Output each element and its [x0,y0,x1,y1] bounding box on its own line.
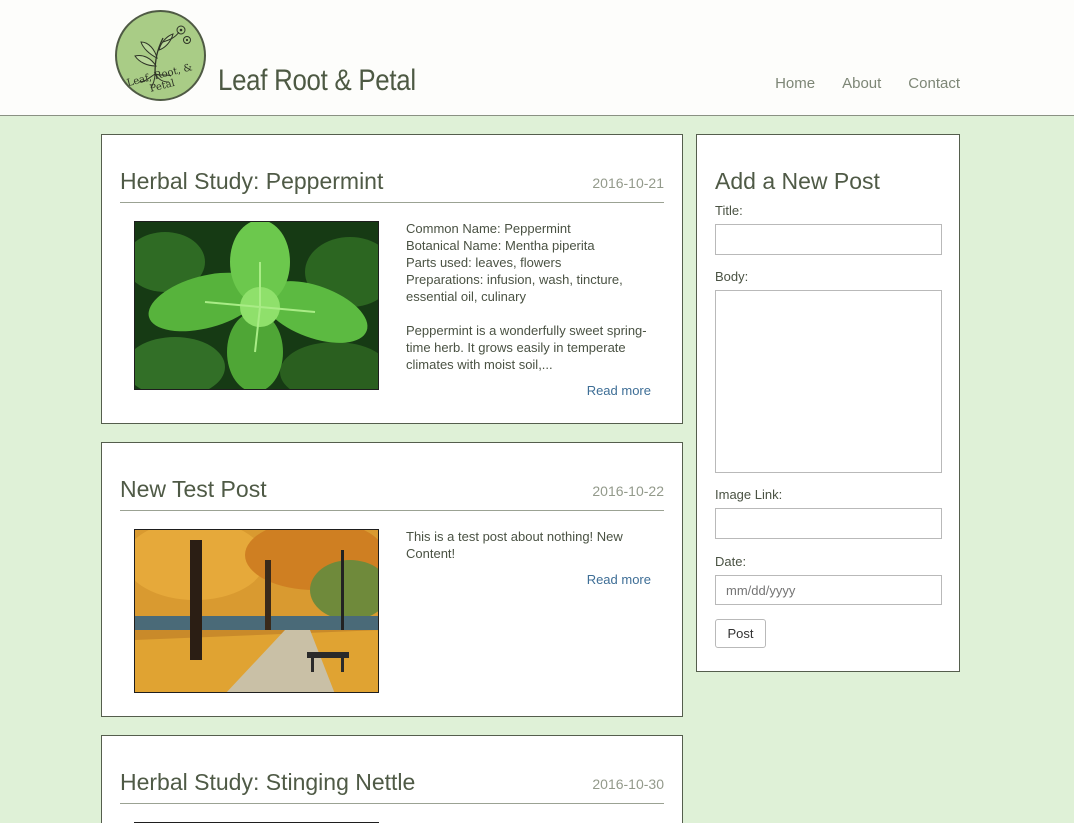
site-title[interactable]: Leaf Root & Petal [218,64,416,98]
post-detail: Preparations: infusion, wash, tincture, … [406,272,623,304]
post-date: 2016-10-30 [592,776,664,792]
post-summary: Peppermint is a wonderfully sweet spring… [406,323,647,372]
post-image-peppermint [134,221,379,390]
title-label: Title: [715,203,743,218]
divider [120,803,664,804]
post-detail: Botanical Name: Mentha piperita [406,238,595,253]
read-more-link[interactable]: Read more [587,383,651,398]
date-label: Date: [715,554,747,569]
post-image-autumn-park [134,529,379,693]
new-post-form: Add a New Post Title: Body: Image Link: … [696,134,960,672]
divider [120,510,664,511]
image-link-input[interactable] [715,508,942,539]
title-input[interactable] [715,224,942,255]
nav-home[interactable]: Home [775,75,815,92]
nav-about[interactable]: About [842,75,881,92]
divider [120,202,664,203]
post-card: Herbal Study: Stinging Nettle 2016-10-30 [101,735,683,823]
post-detail: Parts used: leaves, flowers [406,255,562,270]
nav-contact[interactable]: Contact [908,75,960,92]
site-logo[interactable]: Leaf, Root, & Petal [115,10,206,101]
post-summary: This is a test post about nothing! New C… [406,529,623,561]
main-nav: Home About Contact [775,75,960,92]
post-card: Herbal Study: Peppermint 2016-10-21 Comm… [101,134,683,424]
date-input[interactable] [715,575,942,605]
post-excerpt: This is a test post about nothing! New C… [406,528,654,562]
post-title[interactable]: Herbal Study: Stinging Nettle [120,769,415,796]
post-detail: Common Name: Peppermint [406,221,571,236]
post-card: New Test Post 2016-10-22 This is a test … [101,442,683,717]
body-label: Body: [715,269,749,284]
image-link-label: Image Link: [715,487,783,502]
body-textarea[interactable] [715,290,942,473]
form-heading: Add a New Post [715,168,880,194]
post-title[interactable]: Herbal Study: Peppermint [120,168,383,195]
post-title[interactable]: New Test Post [120,476,267,503]
site-header: Leaf, Root, & Petal Leaf Root & Petal Ho… [0,0,1074,116]
post-date: 2016-10-22 [592,483,664,499]
post-excerpt: Common Name: Peppermint Botanical Name: … [406,220,654,373]
post-button[interactable]: Post [715,619,766,648]
read-more-link[interactable]: Read more [587,572,651,587]
post-date: 2016-10-21 [592,175,664,191]
